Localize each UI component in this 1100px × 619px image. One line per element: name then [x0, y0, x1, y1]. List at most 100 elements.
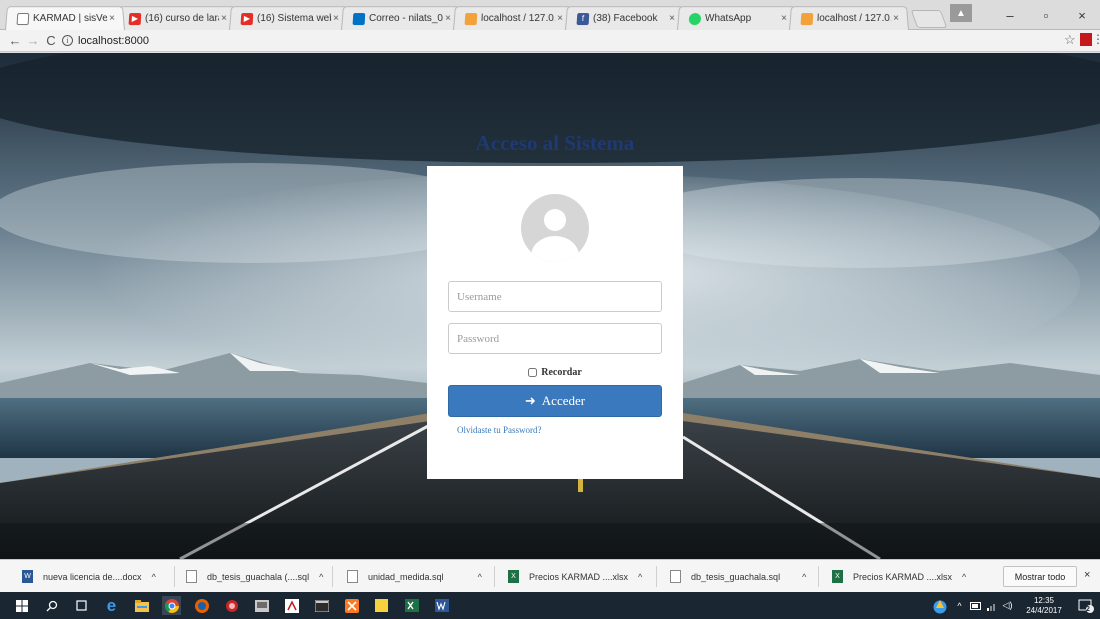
- forward-button[interactable]: →: [24, 31, 42, 49]
- file-explorer-icon[interactable]: [132, 596, 151, 615]
- address-text: localhost:8000: [78, 34, 149, 47]
- download-item[interactable]: W nueva licencia de....docx ^: [22, 560, 156, 593]
- tab-close-icon[interactable]: ×: [219, 13, 230, 24]
- profile-icon[interactable]: ▲: [950, 4, 972, 22]
- browser-menu-icon[interactable]: ⋮: [1092, 32, 1100, 46]
- sticky-notes-icon[interactable]: [372, 596, 391, 615]
- download-item[interactable]: X Precios KARMAD ....xlsx ^: [508, 560, 642, 593]
- tab-phpmyadmin-1[interactable]: localhost / 127.0.0 ×: [452, 6, 574, 31]
- forgot-password-link[interactable]: Olvidaste tu Password?: [457, 425, 542, 435]
- media-app-icon[interactable]: [252, 596, 271, 615]
- windows-start-icon[interactable]: [12, 596, 31, 615]
- tab-title: KARMAD | sisVenta: [32, 13, 108, 25]
- sign-in-icon: ➜: [524, 393, 536, 408]
- tab-title: localhost / 127.0.0: [480, 13, 556, 25]
- remember-label: Recordar: [541, 367, 582, 378]
- terminal-icon[interactable]: [312, 596, 331, 615]
- tab-close-icon[interactable]: ×: [891, 13, 902, 24]
- word-app-icon[interactable]: [432, 596, 451, 615]
- phpmyadmin-icon: [464, 12, 478, 25]
- record-app-icon[interactable]: [222, 596, 241, 615]
- file-icon: [670, 570, 681, 583]
- maximize-button[interactable]: ▫: [1028, 0, 1064, 30]
- show-all-downloads-button[interactable]: Mostrar todo: [1003, 566, 1077, 587]
- download-item[interactable]: db_tesis_guachala (....sql ^: [186, 560, 323, 593]
- address-bar[interactable]: i localhost:8000: [62, 32, 1052, 49]
- tab-title: (38) Facebook: [592, 13, 658, 25]
- remember-me[interactable]: Recordar: [427, 367, 683, 378]
- youtube-icon: ▶: [240, 12, 254, 25]
- task-view-icon[interactable]: [72, 596, 91, 615]
- youtube-icon: ▶: [128, 12, 142, 25]
- divider: [494, 566, 495, 587]
- facebook-icon: f: [576, 12, 590, 25]
- tab-title: Correo - nilats_06(: [368, 13, 444, 25]
- tray-app-icon[interactable]: [930, 596, 949, 615]
- tab-sistema-web[interactable]: ▶ (16) Sistema web F ×: [228, 6, 350, 31]
- download-filename: Precios KARMAD ....xlsx: [529, 571, 629, 582]
- tab-phpmyadmin-2[interactable]: localhost / 127.0.0 ×: [788, 6, 910, 31]
- chevron-up-icon[interactable]: ^: [638, 572, 642, 582]
- notification-count: 2: [1086, 606, 1090, 613]
- windows-taskbar: e ^ ◁) 12:35 24/4/2017 2: [0, 592, 1100, 619]
- downloads-bar: W nueva licencia de....docx ^ db_tesis_g…: [0, 559, 1100, 592]
- login-button-label: Acceder: [541, 393, 586, 408]
- browser-toolbar: ← → C i localhost:8000 ☆ ⋮: [0, 30, 1100, 52]
- download-item[interactable]: unidad_medida.sql ^: [347, 560, 482, 593]
- new-tab-button[interactable]: [910, 10, 948, 28]
- firefox-icon[interactable]: [192, 596, 211, 615]
- tab-close-icon[interactable]: ×: [555, 13, 566, 24]
- bookmark-star-icon[interactable]: ☆: [1064, 32, 1076, 48]
- clock[interactable]: 12:35 24/4/2017: [1020, 596, 1068, 616]
- tab-close-icon[interactable]: ×: [779, 13, 790, 24]
- tab-close-icon[interactable]: ×: [331, 13, 342, 24]
- reload-button[interactable]: C: [42, 31, 60, 49]
- tab-title: localhost / 127.0.0: [816, 13, 892, 25]
- back-button[interactable]: ←: [6, 31, 24, 49]
- download-filename: db_tesis_guachala.sql: [691, 571, 781, 582]
- tab-close-icon[interactable]: ×: [667, 13, 678, 24]
- tab-curso-laravel[interactable]: ▶ (16) curso de larav ×: [116, 6, 238, 31]
- volume-icon[interactable]: ◁): [998, 596, 1017, 615]
- tab-correo[interactable]: Correo - nilats_06( ×: [340, 6, 462, 31]
- tab-close-icon[interactable]: ×: [443, 13, 454, 24]
- minimize-button[interactable]: –: [992, 0, 1028, 30]
- tab-whatsapp[interactable]: WhatsApp ×: [676, 6, 798, 31]
- divider: [174, 566, 175, 587]
- download-item[interactable]: db_tesis_guachala.sql ^: [670, 560, 806, 593]
- clock-date: 24/4/2017: [1026, 606, 1062, 615]
- chrome-icon[interactable]: [162, 596, 181, 615]
- phpmyadmin-icon: [800, 12, 814, 25]
- pdf-extension-icon[interactable]: [1080, 33, 1092, 46]
- chevron-up-icon[interactable]: ^: [152, 572, 156, 582]
- tab-list: KARMAD | sisVenta × ▶ (16) curso de lara…: [4, 6, 948, 31]
- login-button[interactable]: ➜ Acceder: [448, 385, 662, 417]
- close-window-button[interactable]: ×: [1064, 0, 1100, 30]
- download-filename: Precios KARMAD ....xlsx: [853, 571, 953, 582]
- tab-close-icon[interactable]: ×: [107, 13, 118, 24]
- document-icon: [16, 12, 30, 25]
- chevron-up-icon[interactable]: ^: [478, 572, 482, 582]
- search-icon[interactable]: [42, 596, 61, 615]
- file-icon: [347, 570, 358, 583]
- password-input[interactable]: [448, 323, 662, 354]
- tab-facebook[interactable]: f (38) Facebook ×: [564, 6, 686, 31]
- tab-karmad[interactable]: KARMAD | sisVenta ×: [4, 6, 126, 31]
- chevron-up-icon[interactable]: ^: [319, 572, 323, 582]
- tab-title: (16) curso de larav: [144, 13, 220, 25]
- edge-browser-icon[interactable]: e: [102, 596, 121, 615]
- excel-file-icon: X: [832, 570, 843, 583]
- chevron-up-icon[interactable]: ^: [802, 572, 806, 582]
- username-input[interactable]: [448, 281, 662, 312]
- download-filename: unidad_medida.sql: [368, 571, 444, 582]
- remember-checkbox[interactable]: [528, 368, 538, 377]
- file-icon: [186, 570, 197, 583]
- login-card: Recordar ➜ Acceder Olvidaste tu Password…: [427, 166, 683, 479]
- info-icon[interactable]: i: [62, 35, 73, 46]
- chevron-up-icon[interactable]: ^: [962, 572, 966, 582]
- excel-app-icon[interactable]: [402, 596, 421, 615]
- xampp-icon[interactable]: [342, 596, 361, 615]
- close-downloads-icon[interactable]: ×: [1084, 569, 1090, 581]
- download-item[interactable]: X Precios KARMAD ....xlsx ^: [832, 560, 966, 593]
- acrobat-icon[interactable]: [282, 596, 301, 615]
